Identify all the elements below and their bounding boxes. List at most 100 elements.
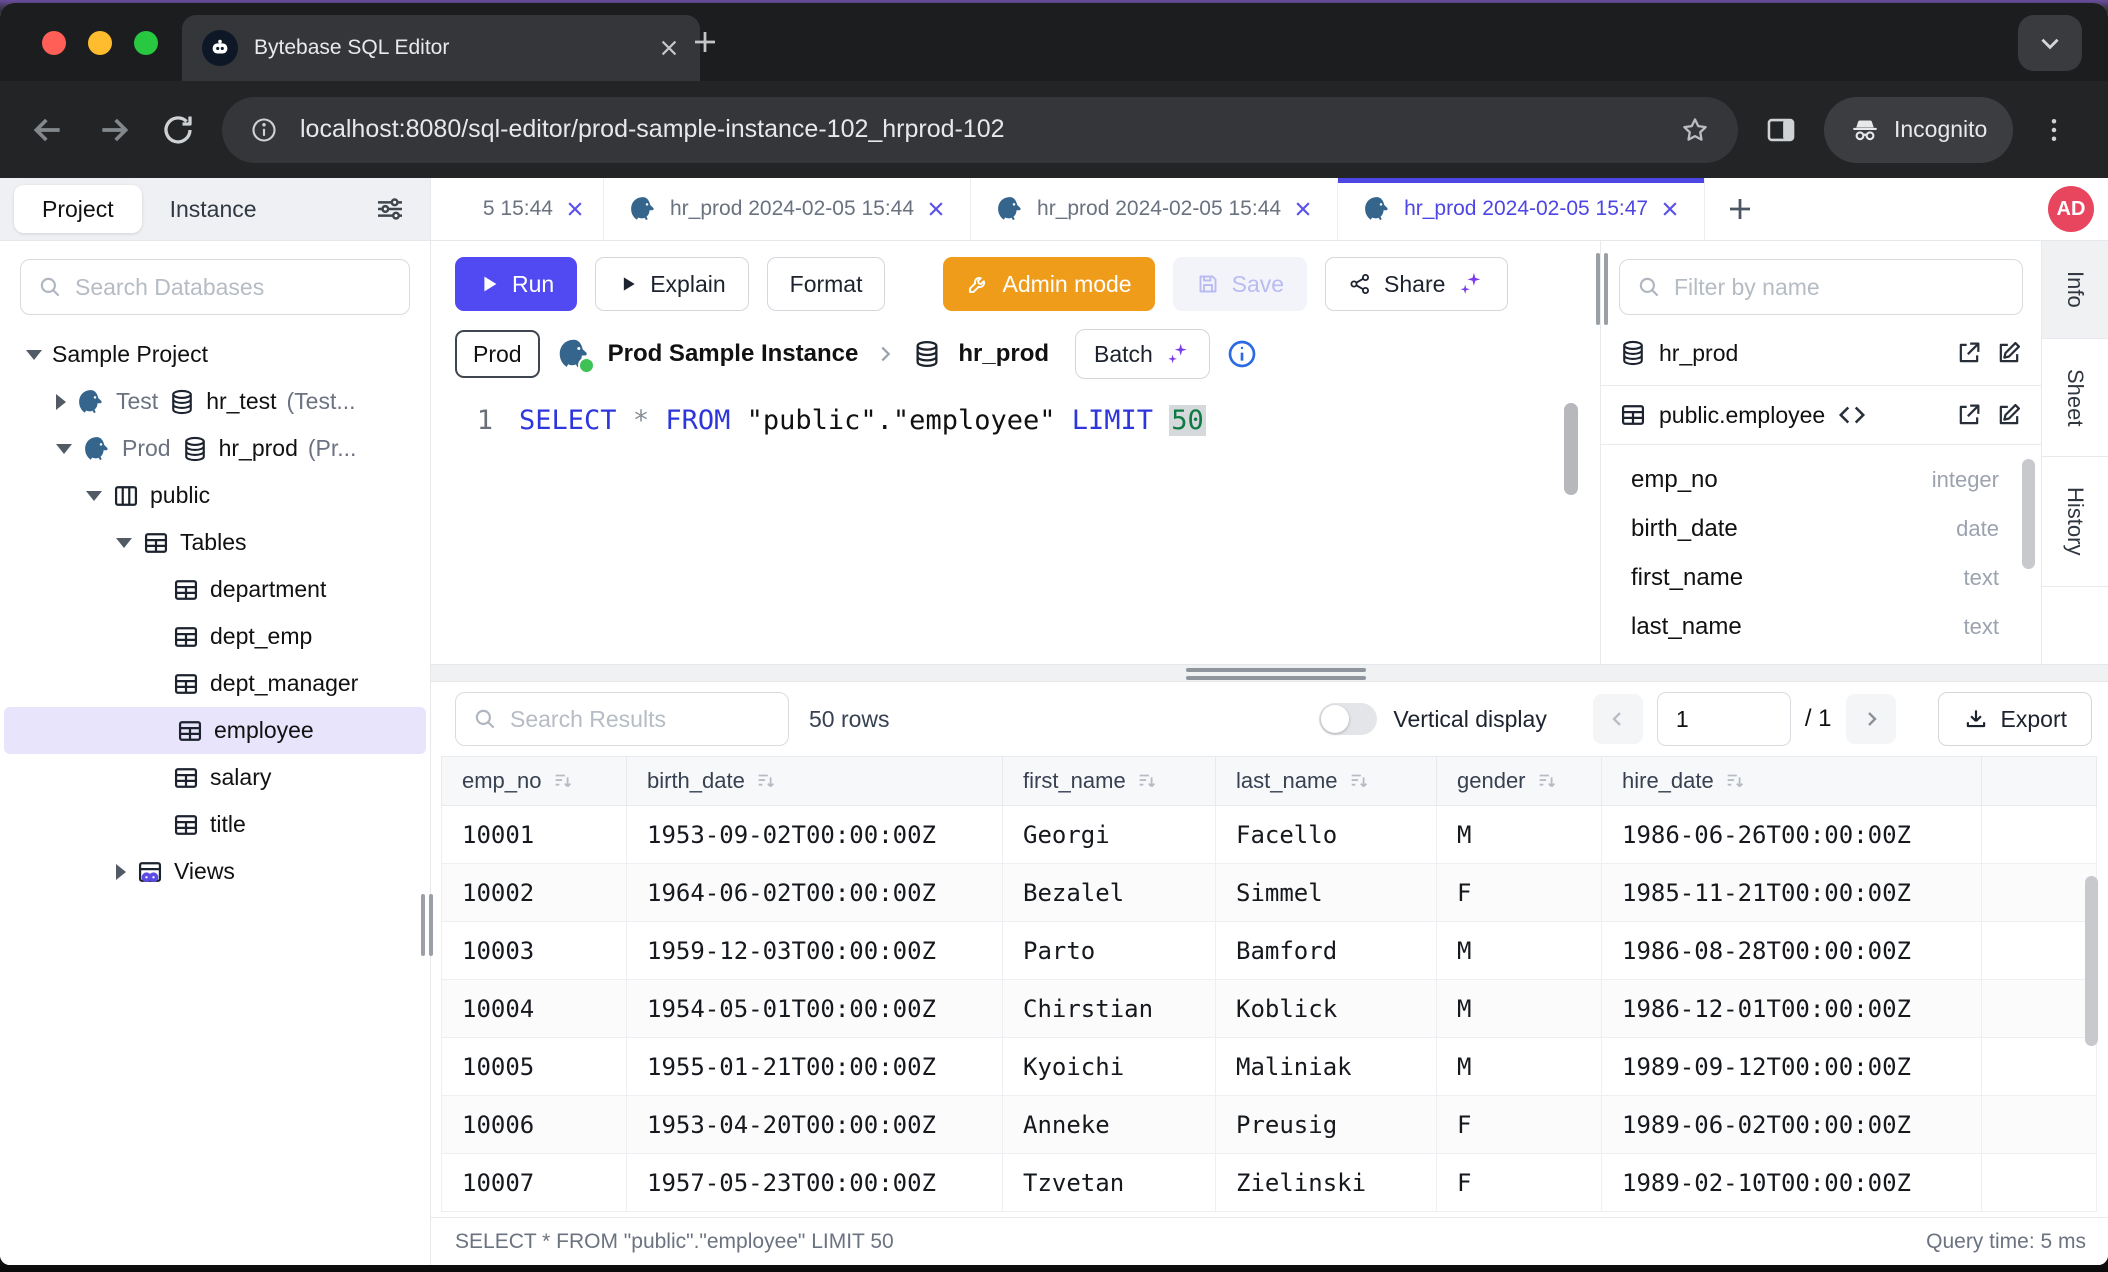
page-number-input[interactable] xyxy=(1657,692,1791,746)
tab-search-button[interactable] xyxy=(2018,15,2082,71)
open-external-icon[interactable] xyxy=(1955,401,1983,429)
instance-name[interactable]: Prod Sample Instance xyxy=(608,340,859,368)
minimize-window-button[interactable] xyxy=(88,31,112,55)
editor-panel-resize-handle[interactable] xyxy=(1596,253,1608,325)
sort-icon[interactable] xyxy=(755,770,777,792)
rail-tab-sheet[interactable]: Sheet xyxy=(2042,339,2108,458)
column-header-last_name[interactable]: last_name xyxy=(1216,757,1437,806)
filter-settings-icon[interactable] xyxy=(374,193,406,225)
url-bar[interactable]: localhost:8080/sql-editor/prod-sample-in… xyxy=(222,97,1738,163)
tree-item[interactable]: department xyxy=(0,566,430,613)
close-tab-icon[interactable] xyxy=(1660,199,1680,219)
results-scrollbar[interactable] xyxy=(2085,876,2098,1046)
tree-item[interactable]: Testhr_test(Test... xyxy=(0,378,430,425)
reload-icon[interactable] xyxy=(160,112,196,148)
editor-scrollbar[interactable] xyxy=(1564,403,1578,495)
column-header-first_name[interactable]: first_name xyxy=(1003,757,1216,806)
rail-tab-info[interactable]: Info xyxy=(2042,241,2108,339)
admin-mode-button[interactable]: Admin mode xyxy=(943,257,1154,311)
new-tab-icon[interactable] xyxy=(690,27,720,57)
forward-icon[interactable] xyxy=(94,110,134,150)
tree-item[interactable]: title xyxy=(0,801,430,848)
column-list-scrollbar[interactable] xyxy=(2022,459,2035,569)
search-results-input[interactable]: Search Results xyxy=(455,692,789,746)
new-query-tab-button[interactable] xyxy=(1705,178,1775,240)
table-row[interactable]: 100021964-06-02T00:00:00ZBezalelSimmelF1… xyxy=(442,864,2097,922)
tab-project[interactable]: Project xyxy=(14,185,142,233)
tree-item[interactable]: Prodhr_prod(Pr... xyxy=(0,425,430,472)
sort-icon[interactable] xyxy=(1136,770,1158,792)
explain-button[interactable]: Explain xyxy=(595,257,748,311)
prev-page-button[interactable] xyxy=(1593,694,1643,744)
close-tab-icon[interactable] xyxy=(658,37,680,59)
site-info-icon[interactable] xyxy=(250,116,278,144)
tree-item-selected[interactable]: employee xyxy=(4,707,426,754)
vertical-display-toggle[interactable] xyxy=(1319,703,1377,735)
sort-icon[interactable] xyxy=(1724,770,1746,792)
table-row[interactable]: 100051955-01-21T00:00:00ZKyoichiMaliniak… xyxy=(442,1038,2097,1096)
browser-tab[interactable]: Bytebase SQL Editor xyxy=(182,15,700,81)
export-button[interactable]: Export xyxy=(1938,692,2092,746)
column-row[interactable]: birth_datedate xyxy=(1631,504,2015,553)
table-row[interactable]: 100011953-09-02T00:00:00ZGeorgiFacelloM1… xyxy=(442,806,2097,864)
browser-menu-icon[interactable] xyxy=(2039,115,2069,145)
table-row[interactable]: 100071957-05-23T00:00:00ZTzvetanZielinsk… xyxy=(442,1154,2097,1212)
close-window-button[interactable] xyxy=(42,31,66,55)
sort-icon[interactable] xyxy=(1348,770,1370,792)
caret-down-icon[interactable] xyxy=(116,538,132,548)
caret-right-icon[interactable] xyxy=(116,864,126,880)
caret-right-icon[interactable] xyxy=(56,394,66,410)
filter-by-name-input[interactable]: Filter by name xyxy=(1619,259,2023,315)
url-text[interactable]: localhost:8080/sql-editor/prod-sample-in… xyxy=(300,115,1658,144)
sql-code-area[interactable]: 1 SELECT * FROM "public"."employee" LIMI… xyxy=(431,389,1600,664)
table-row[interactable]: 100061953-04-20T00:00:00ZAnnekePreusigF1… xyxy=(442,1096,2097,1154)
back-icon[interactable] xyxy=(28,110,68,150)
column-row[interactable]: emp_nointeger xyxy=(1631,455,2015,504)
side-panel-icon[interactable] xyxy=(1764,113,1798,147)
code-icon[interactable] xyxy=(1837,400,1867,430)
bookmark-star-icon[interactable] xyxy=(1680,115,1710,145)
tree-item[interactable]: salary xyxy=(0,754,430,801)
caret-down-icon[interactable] xyxy=(26,350,42,360)
tree-item[interactable]: Sample Project xyxy=(0,331,430,378)
query-tab[interactable]: hr_prod 2024-02-05 15:44 xyxy=(604,178,971,240)
next-page-button[interactable] xyxy=(1846,694,1896,744)
zoom-window-button[interactable] xyxy=(134,31,158,55)
tree-item[interactable]: Tables xyxy=(0,519,430,566)
query-tab-active[interactable]: hr_prod 2024-02-05 15:47 xyxy=(1338,178,1705,240)
sort-icon[interactable] xyxy=(552,770,574,792)
open-external-icon[interactable] xyxy=(1955,339,1983,367)
column-header-gender[interactable]: gender xyxy=(1437,757,1602,806)
environment-chip[interactable]: Prod xyxy=(455,330,540,378)
close-tab-icon[interactable] xyxy=(565,199,585,219)
search-databases-input[interactable]: Search Databases xyxy=(20,259,410,315)
table-row[interactable]: 100041954-05-01T00:00:00ZChirstianKoblic… xyxy=(442,980,2097,1038)
tab-instance[interactable]: Instance xyxy=(142,185,285,233)
column-header-hire_date[interactable]: hire_date xyxy=(1602,757,1982,806)
batch-button[interactable]: Batch xyxy=(1075,329,1210,379)
edit-icon[interactable] xyxy=(1995,339,2023,367)
caret-down-icon[interactable] xyxy=(86,491,102,501)
sort-icon[interactable] xyxy=(1536,770,1558,792)
edit-icon[interactable] xyxy=(1995,401,2023,429)
results-splitter[interactable] xyxy=(431,664,2108,682)
user-avatar[interactable]: AD xyxy=(2048,186,2094,232)
tree-item[interactable]: Views xyxy=(0,848,430,895)
info-circle-icon[interactable] xyxy=(1226,338,1258,370)
splitter-handle[interactable] xyxy=(1186,664,1366,684)
column-row[interactable]: last_nametext xyxy=(1631,602,2015,651)
column-header-birth_date[interactable]: birth_date xyxy=(627,757,1003,806)
save-button[interactable]: Save xyxy=(1173,257,1307,311)
database-name[interactable]: hr_prod xyxy=(958,340,1049,368)
close-tab-icon[interactable] xyxy=(1293,199,1313,219)
caret-down-icon[interactable] xyxy=(56,444,72,454)
column-row[interactable]: first_nametext xyxy=(1631,553,2015,602)
format-button[interactable]: Format xyxy=(767,257,886,311)
column-header-emp_no[interactable]: emp_no xyxy=(442,757,627,806)
query-tab[interactable]: hr_prod 2024-02-05 15:44 xyxy=(971,178,1338,240)
tree-item[interactable]: public xyxy=(0,472,430,519)
table-row[interactable]: 100031959-12-03T00:00:00ZPartoBamfordM19… xyxy=(442,922,2097,980)
tree-item[interactable]: dept_emp xyxy=(0,613,430,660)
query-tab[interactable]: 5 15:44 xyxy=(431,178,604,240)
run-button[interactable]: Run xyxy=(455,257,577,311)
